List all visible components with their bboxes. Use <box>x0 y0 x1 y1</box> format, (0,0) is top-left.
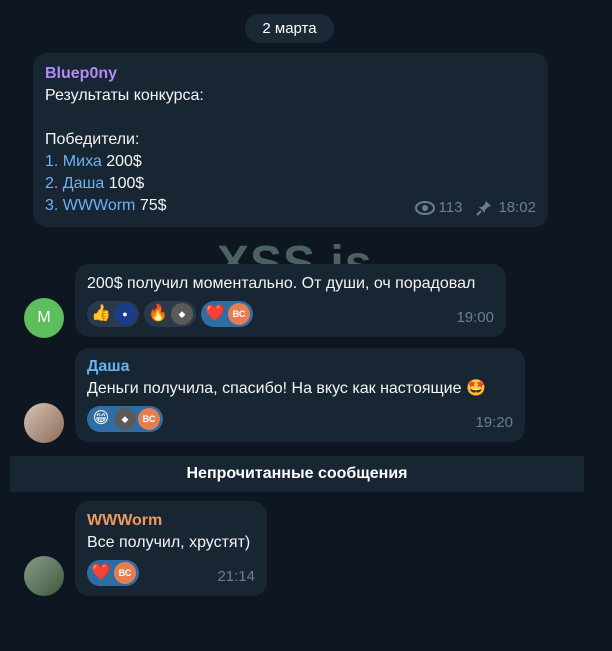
reactor-avatar: ● <box>114 303 136 325</box>
reactions: 😁 ◆ ВС <box>87 406 513 432</box>
reaction-heart[interactable]: ❤️ ВС <box>87 560 139 586</box>
winner-row: 2. Даша 100$ <box>45 173 536 195</box>
winner-name-link[interactable]: WWWorm <box>63 197 136 214</box>
message-time: 19:20 <box>475 412 513 434</box>
post-meta: 113 18:02 <box>414 197 536 219</box>
thumbs-up-icon: 👍 <box>91 305 111 322</box>
views: 113 <box>414 197 463 219</box>
eye-icon <box>414 201 435 215</box>
reaction-grin[interactable]: 😁 ◆ ВС <box>87 406 163 432</box>
pin-icon <box>476 201 492 216</box>
winner-number: 3. <box>45 197 59 214</box>
message-text: Деньги получила, спасибо! На вкус как на… <box>87 380 486 397</box>
heart-icon: ❤️ <box>91 564 111 581</box>
post-author[interactable]: Bluep0ny <box>45 63 536 85</box>
view-count: 113 <box>438 199 463 216</box>
reaction-heart[interactable]: ❤️ ВС <box>201 301 253 327</box>
post-line-1: Результаты конкурса: <box>45 87 204 104</box>
time-label: 21:14 <box>217 568 255 585</box>
date-separator: 2 марта <box>245 14 334 43</box>
reactor-avatar: ВС <box>138 408 160 430</box>
winner-name-link[interactable]: Даша <box>63 175 104 192</box>
post-line-2: Победители: <box>45 131 140 148</box>
fire-icon: 🔥 <box>148 305 168 322</box>
reaction-fire[interactable]: 🔥 ◆ <box>144 301 196 327</box>
message-time: 21:14 <box>217 566 255 588</box>
message-text: Все получил, хрустят) <box>87 534 251 551</box>
heart-icon: ❤️ <box>205 305 225 322</box>
message-bubble[interactable]: WWWorm Все получил, хрустят) ❤️ ВС 21:14 <box>75 501 267 596</box>
avatar[interactable] <box>24 403 64 443</box>
unread-separator: Непрочитанные сообщения <box>10 456 584 492</box>
avatar[interactable] <box>24 556 64 596</box>
time-label: 19:00 <box>456 309 494 326</box>
winner-number: 1. <box>45 153 59 170</box>
time-label: 19:20 <box>475 414 513 431</box>
grin-icon: 😁 <box>92 410 110 427</box>
winner-row: 1. Миха 200$ <box>45 151 536 173</box>
winner-amount: 75$ <box>139 197 167 214</box>
winner-amount: 100$ <box>108 175 145 192</box>
message-bubble[interactable]: 200$ получил моментально. От души, оч по… <box>75 264 506 337</box>
winner-amount: 200$ <box>106 153 142 170</box>
reactor-avatar: ВС <box>228 303 250 325</box>
post-time: 18:02 <box>498 199 536 216</box>
avatar[interactable]: M <box>24 298 64 338</box>
message-bubble[interactable]: Даша Деньги получила, спасибо! На вкус к… <box>75 348 525 442</box>
channel-post[interactable]: Bluep0ny Результаты конкурса: Победители… <box>33 53 548 227</box>
reactor-avatar: ВС <box>114 562 136 584</box>
reactor-avatar: ◆ <box>171 303 193 325</box>
message-time: 19:00 <box>456 307 494 329</box>
reaction-thumbs-up[interactable]: 👍 ● <box>87 301 139 327</box>
reactions: 👍 ● 🔥 ◆ ❤️ ВС <box>87 301 494 327</box>
message-text: 200$ получил моментально. От души, оч по… <box>87 275 476 292</box>
winner-number: 2. <box>45 175 59 192</box>
message-author[interactable]: WWWorm <box>87 510 255 532</box>
reactor-avatar: ◆ <box>114 408 136 430</box>
winner-name-link[interactable]: Миха <box>63 153 102 170</box>
message-author[interactable]: Даша <box>87 356 513 378</box>
